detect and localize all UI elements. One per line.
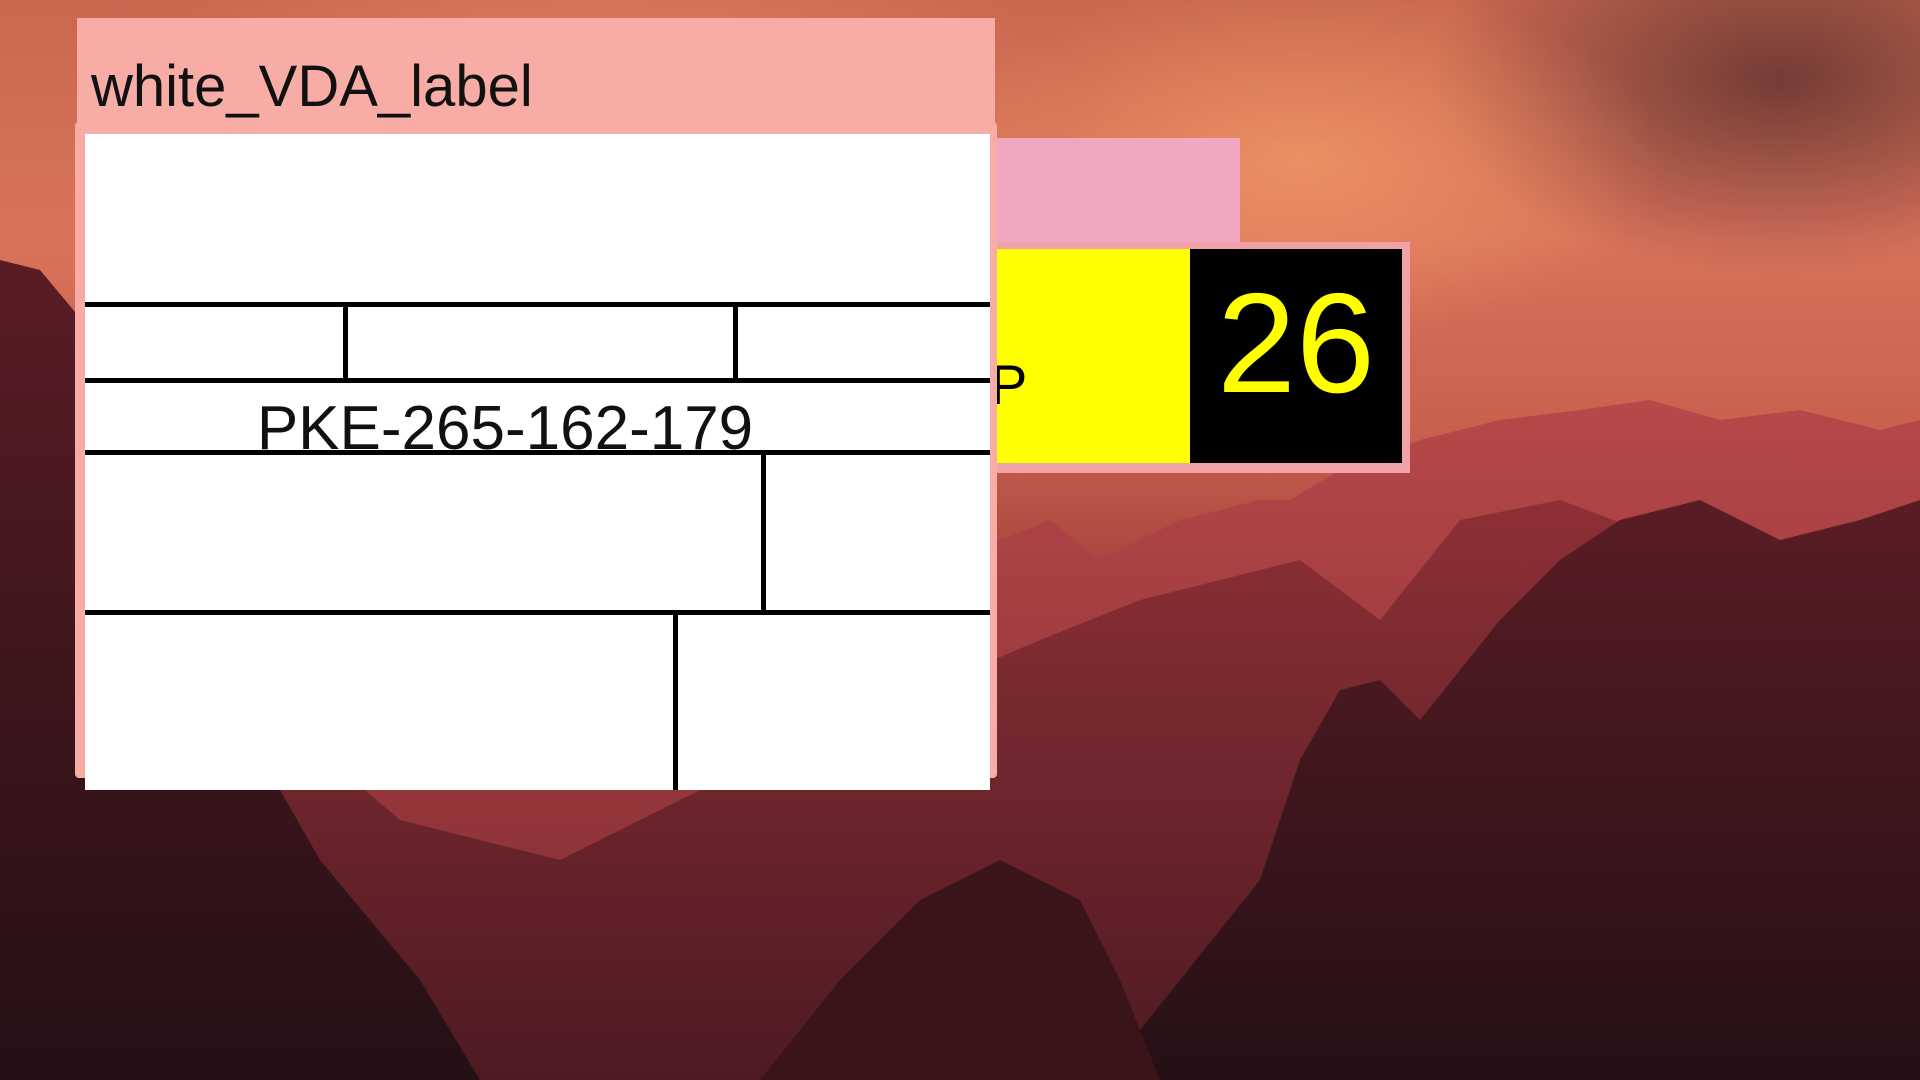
label-divider <box>85 610 990 615</box>
label-serial-number: PKE-265-162-179 <box>256 394 754 463</box>
window-title: white_VDA_label <box>91 54 533 119</box>
label-window-title-bar[interactable]: white_VDA_label <box>77 18 995 128</box>
background-window-frame: P 26 <box>932 242 1410 473</box>
vda-label: PKE-265-162-179 <box>85 134 990 790</box>
label-window[interactable]: white_VDA_label PKE-265-162-179 <box>75 18 997 790</box>
desktop: P 26 white_VDA_label PKE-265-162-179 <box>0 0 1920 1080</box>
label-divider <box>343 302 348 378</box>
label-divider <box>761 450 766 610</box>
background-window-title-bar[interactable] <box>990 138 1240 242</box>
label-divider <box>733 302 738 378</box>
number-display: 26 <box>1217 264 1375 423</box>
label-divider <box>673 610 678 790</box>
label-divider <box>85 302 990 307</box>
number-panel: 26 <box>1190 249 1402 463</box>
label-divider <box>85 378 990 383</box>
background-window[interactable]: P 26 <box>932 138 1410 473</box>
